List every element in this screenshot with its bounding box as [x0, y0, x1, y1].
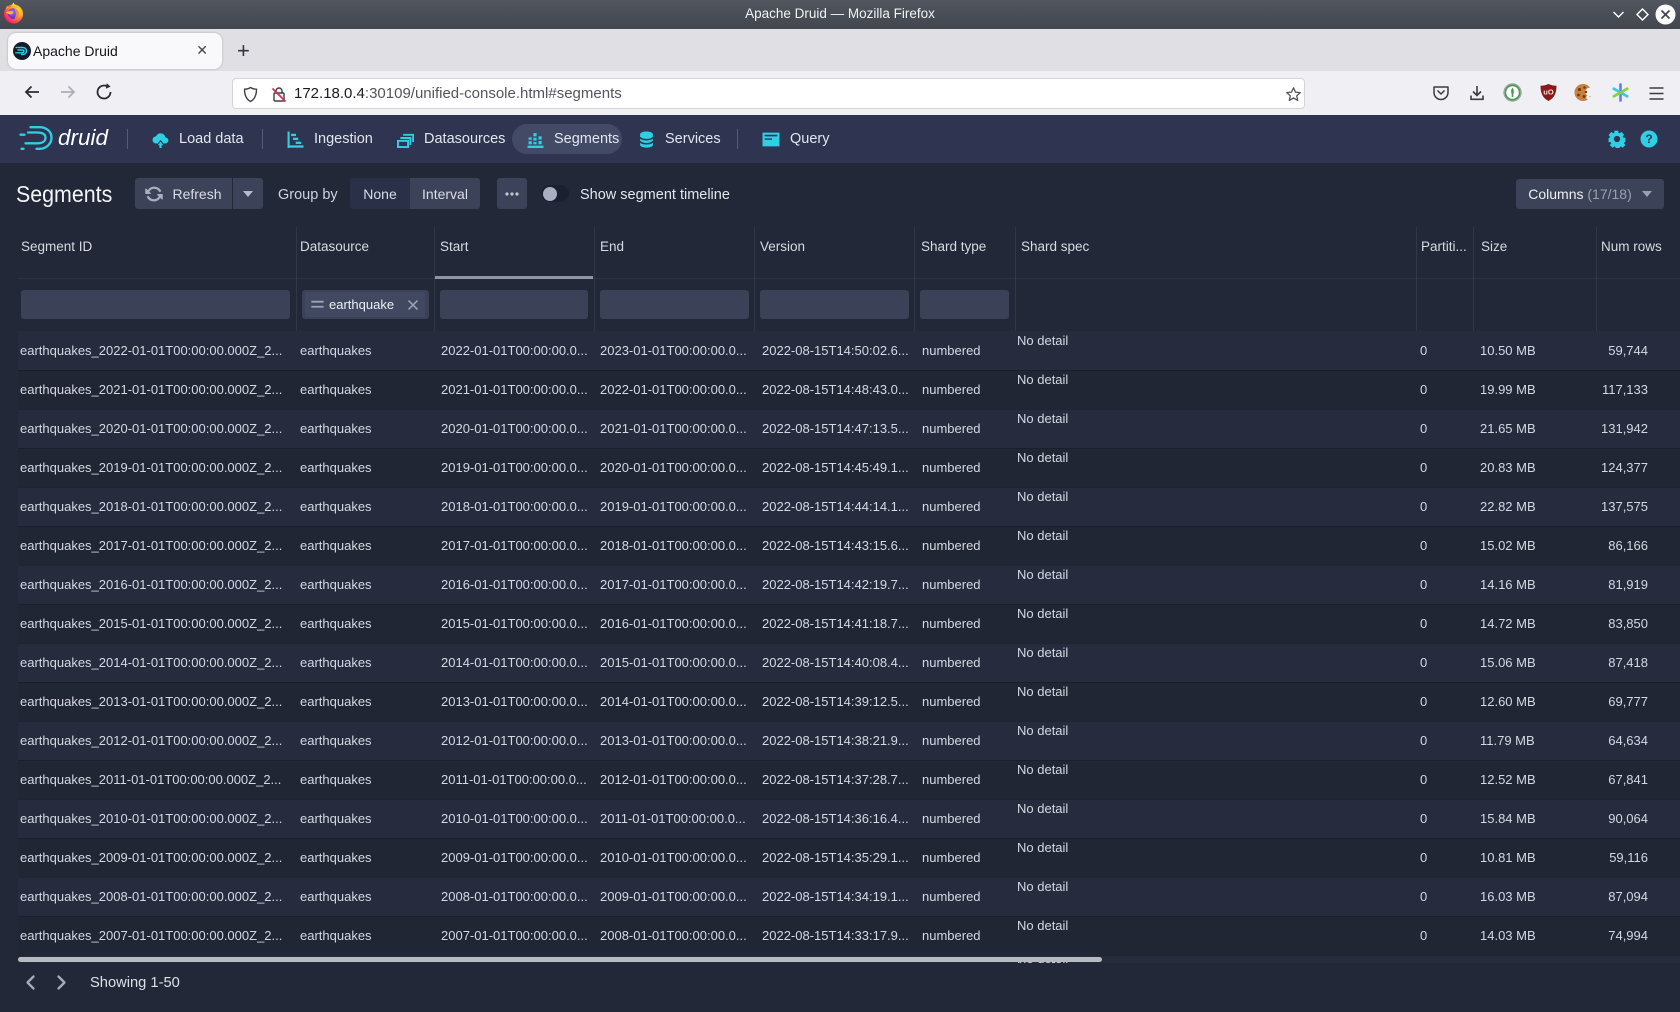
svg-text:druid: druid	[58, 125, 110, 150]
svg-text:uO: uO	[1543, 88, 1554, 97]
svg-text:?: ?	[1645, 132, 1652, 146]
